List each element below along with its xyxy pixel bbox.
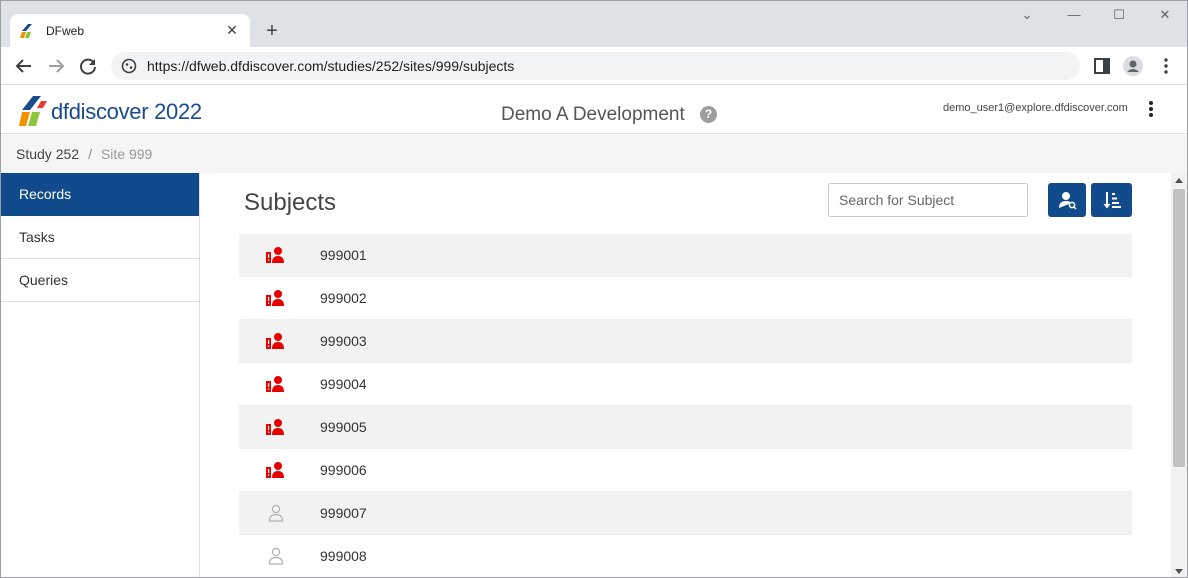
subject-alert-icon	[265, 418, 287, 436]
forward-icon[interactable]	[45, 55, 67, 77]
breadcrumb-site: Site 999	[100, 146, 153, 162]
address-bar[interactable]: https://dfweb.dfdiscover.com/studies/252…	[111, 52, 1080, 80]
sort-icon	[1103, 192, 1121, 209]
brand-name: dfdiscover 2022	[51, 99, 202, 124]
tab-search-icon[interactable]: ⌄	[1016, 7, 1038, 25]
subject-id: 999008	[320, 548, 367, 564]
subject-alert-icon	[265, 375, 287, 393]
browser-tab[interactable]: DFweb ✕	[10, 14, 250, 47]
minimize-button[interactable]: —	[1063, 7, 1085, 25]
subject-alert-icon	[265, 289, 287, 307]
search-input[interactable]	[828, 183, 1028, 217]
dfdiscover-logo-icon	[19, 96, 47, 126]
subject-row[interactable]: 999006	[239, 449, 1132, 492]
subject-id: 999004	[320, 376, 367, 392]
breadcrumb-separator: /	[88, 146, 92, 162]
tab-title: DFweb	[46, 23, 85, 38]
new-tab-button[interactable]: +	[261, 20, 283, 42]
subject-outline-icon	[265, 504, 287, 522]
page-title: Subjects	[244, 189, 337, 216]
scroll-down-arrow-icon[interactable]	[1175, 569, 1183, 574]
sidebar-item-tasks[interactable]: Tasks	[1, 216, 199, 259]
subject-alert-icon	[265, 246, 287, 264]
sort-button[interactable]	[1091, 183, 1132, 217]
close-window-button[interactable]: ✕	[1154, 7, 1176, 25]
study-title: Demo A Development	[501, 104, 685, 125]
site-info-icon[interactable]	[121, 58, 137, 74]
browser-menu-icon[interactable]	[1155, 55, 1177, 77]
sidebar-item-label: Records	[19, 186, 72, 202]
sidebar-item-label: Tasks	[19, 229, 55, 245]
subject-list: 999001 999002 999003 999004 999005 999006 9990…	[239, 234, 1132, 577]
browser-window: DFweb ✕ + ⌄ — ☐ ✕ https://dfweb.dfdiscov…	[0, 0, 1188, 578]
sidebar-item-records[interactable]: Records	[1, 173, 199, 216]
help-icon[interactable]: ?	[700, 106, 717, 123]
breadcrumb: Study 252 / Site 999	[1, 135, 1187, 173]
app-logo[interactable]: dfdiscover 2022	[19, 96, 202, 128]
main-content: Subjects 9990019990029990039990049990059…	[200, 173, 1171, 577]
scroll-up-arrow-icon[interactable]	[1175, 178, 1183, 183]
subject-row[interactable]: 999005	[239, 406, 1132, 449]
profile-icon[interactable]	[1122, 55, 1144, 77]
subject-row[interactable]: 999004	[239, 363, 1132, 406]
reload-icon[interactable]	[77, 55, 99, 77]
browser-toolbar: https://dfweb.dfdiscover.com/studies/252…	[1, 47, 1187, 85]
subject-alert-icon	[265, 461, 287, 479]
back-icon[interactable]	[13, 55, 35, 77]
tab-close-icon[interactable]: ✕	[224, 22, 240, 39]
subject-id: 999002	[320, 290, 367, 306]
side-panel-icon[interactable]	[1091, 55, 1113, 77]
subject-row[interactable]: 999007	[239, 492, 1132, 535]
breadcrumb-study[interactable]: Study 252	[16, 146, 79, 162]
url-text: https://dfweb.dfdiscover.com/studies/252…	[147, 58, 515, 74]
app-header: dfdiscover 2022 Demo A Development ? dem…	[1, 86, 1187, 134]
user-email[interactable]: demo_user1@explore.dfdiscover.com	[943, 102, 1128, 114]
subject-id: 999003	[320, 333, 367, 349]
subject-id: 999006	[320, 462, 367, 478]
subject-outline-icon	[265, 547, 287, 565]
scrollbar-thumb[interactable]	[1173, 189, 1185, 467]
subject-row[interactable]: 999008	[239, 535, 1132, 577]
subject-alert-icon	[265, 332, 287, 350]
sidebar-item-queries[interactable]: Queries	[1, 259, 199, 302]
subject-row[interactable]: 999002	[239, 277, 1132, 320]
sidebar: Records Tasks Queries	[1, 173, 200, 577]
add-subject-button[interactable]	[1048, 183, 1086, 217]
sidebar-item-label: Queries	[19, 272, 69, 288]
vertical-scrollbar[interactable]	[1171, 173, 1187, 577]
maximize-button[interactable]: ☐	[1108, 7, 1130, 25]
subject-id: 999001	[320, 247, 367, 263]
subject-id: 999005	[320, 419, 367, 435]
app-menu-icon[interactable]	[1145, 100, 1157, 118]
subject-row[interactable]: 999003	[239, 320, 1132, 363]
subject-row[interactable]: 999001	[239, 234, 1132, 277]
dfdiscover-favicon-icon	[20, 23, 32, 38]
subject-id: 999007	[320, 505, 367, 521]
tab-strip: DFweb ✕ + ⌄ — ☐ ✕	[1, 1, 1187, 47]
user-search-icon	[1059, 192, 1077, 210]
